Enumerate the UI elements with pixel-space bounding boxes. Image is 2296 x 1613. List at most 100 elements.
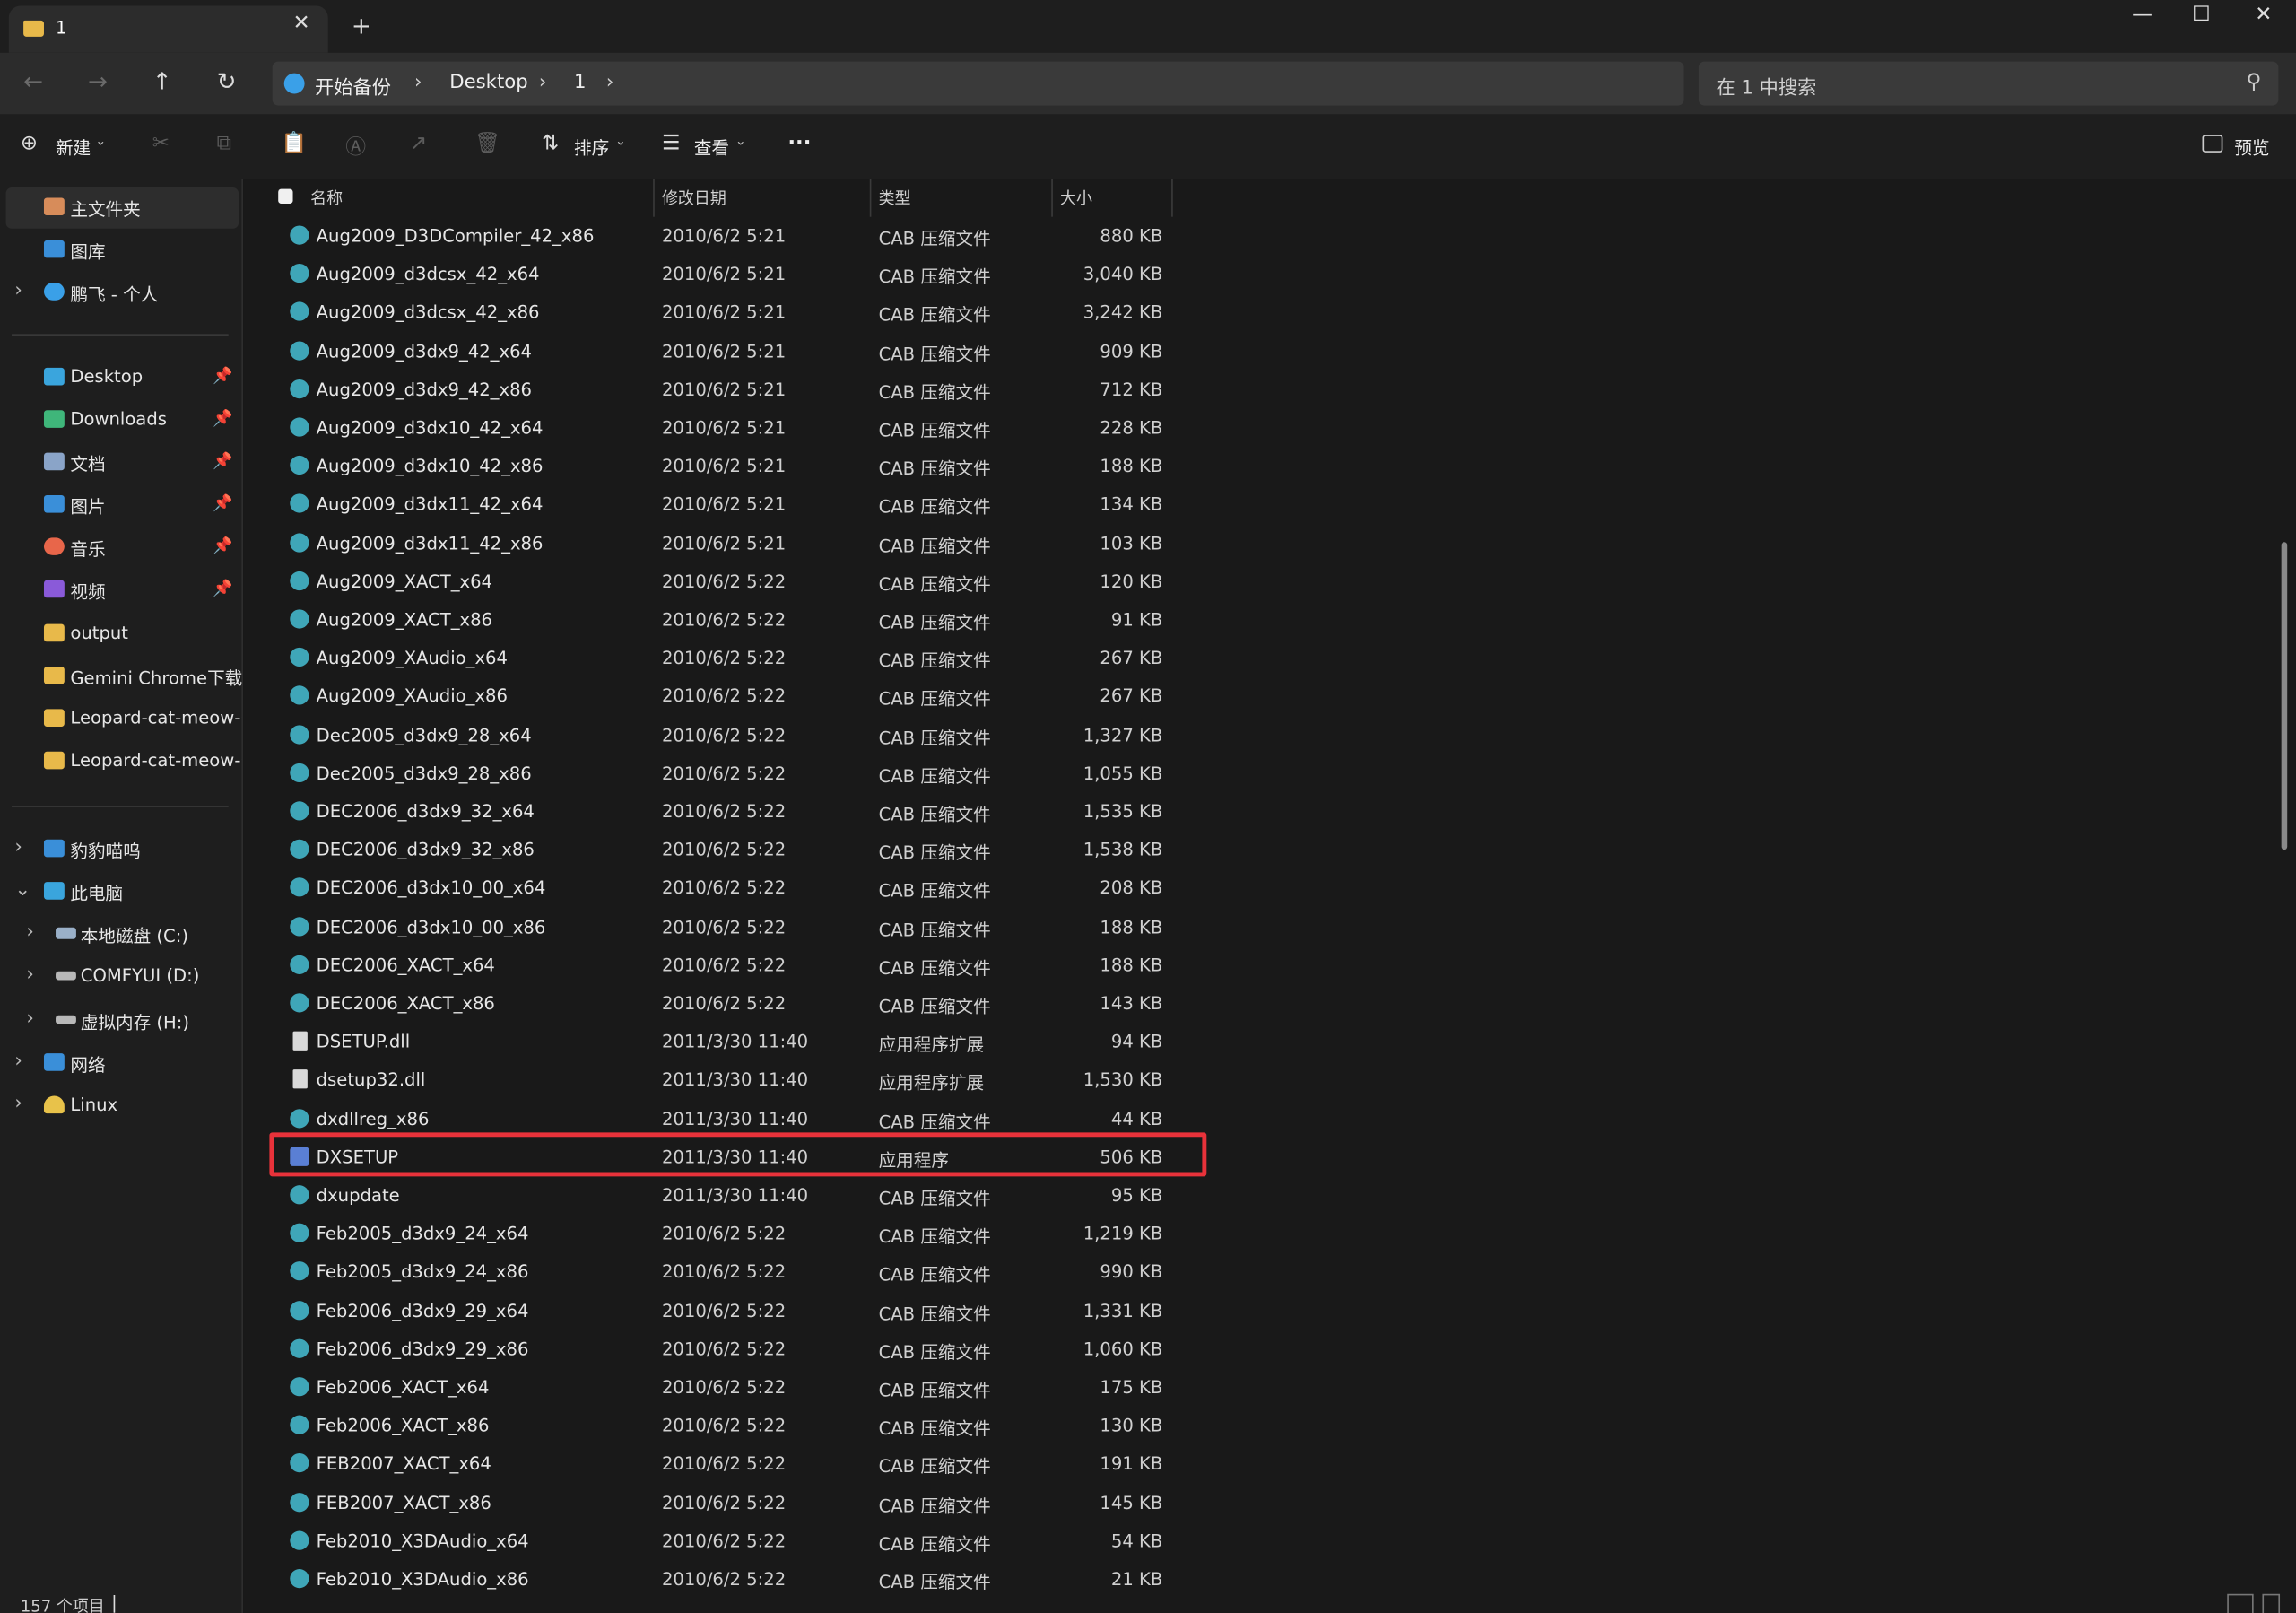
breadcrumb-separator[interactable]: › — [539, 72, 546, 93]
file-row[interactable]: Feb2006_d3dx9_29_x86 2010/6/2 5:22 CAB 压缩文… — [243, 1330, 2296, 1367]
address-bar[interactable]: 开始备份 › Desktop › 1 › — [272, 61, 1684, 106]
file-row[interactable]: Aug2009_d3dx10_42_x86 2010/6/2 5:21 CAB 压缩… — [243, 447, 2296, 484]
column-name[interactable]: 名称 — [310, 186, 343, 209]
file-row[interactable]: Aug2009_d3dcsx_42_x86 2010/6/2 5:21 CAB 压缩… — [243, 293, 2296, 331]
file-row[interactable]: Aug2009_XAudio_x64 2010/6/2 5:22 CAB 压缩文件 2… — [243, 639, 2296, 676]
chevron-down-icon[interactable]: ⌄ — [14, 879, 30, 901]
breadcrumb-separator[interactable]: › — [414, 72, 422, 93]
more-options-icon[interactable]: ··· — [787, 132, 811, 155]
pin-icon[interactable]: 📌 — [213, 579, 232, 597]
file-row[interactable]: Feb2005_d3dx9_24_x86 2010/6/2 5:22 CAB 压缩文… — [243, 1253, 2296, 1291]
column-type[interactable]: 类型 — [879, 186, 911, 209]
sidebar-item-onedrive[interactable]: › 鹏飞 - 个人 — [6, 273, 239, 314]
file-row[interactable]: Feb2006_XACT_x64 2010/6/2 5:22 CAB 压缩文件 175… — [243, 1368, 2296, 1406]
file-row[interactable]: DEC2006_XACT_x64 2010/6/2 5:22 CAB 压缩文件 188… — [243, 946, 2296, 984]
file-row[interactable]: Aug2009_d3dx9_42_x64 2010/6/2 5:21 CAB 压缩文… — [243, 332, 2296, 370]
sidebar-item-leopard-2[interactable]: Leopard-cat-meow-Co — [6, 741, 241, 782]
file-row[interactable]: DSETUP.dll 2011/3/30 11:40 应用程序扩展 94 KB — [243, 1023, 2296, 1060]
delete-icon[interactable]: 🗑 — [474, 132, 500, 155]
file-row[interactable]: Aug2009_d3dx10_42_x64 2010/6/2 5:21 CAB 压缩… — [243, 409, 2296, 447]
file-row[interactable]: Aug2009_d3dx11_42_x86 2010/6/2 5:21 CAB 压缩… — [243, 524, 2296, 562]
pin-icon[interactable]: 📌 — [213, 409, 232, 428]
sidebar-item-gemini-downloads[interactable]: Gemini Chrome下载 — [6, 657, 241, 698]
sort-button[interactable]: ⇅ 排序 ⌄ — [542, 132, 630, 161]
back-icon[interactable]: ← — [23, 67, 43, 95]
sidebar-item-linux[interactable]: › Linux — [6, 1086, 239, 1127]
sidebar-item-this-pc[interactable]: ⌄ 此电脑 — [6, 872, 239, 913]
chevron-right-icon[interactable]: › — [26, 1008, 33, 1030]
vertical-scrollbar[interactable] — [2281, 542, 2288, 850]
pin-icon[interactable]: 📌 — [213, 366, 232, 385]
breadcrumb-desktop[interactable]: Desktop — [449, 72, 528, 93]
paste-icon[interactable]: 📋 — [281, 132, 306, 155]
close-tab-icon[interactable]: ✕ — [293, 12, 310, 35]
copy-icon[interactable]: ⧉ — [217, 132, 231, 155]
view-button[interactable]: ☰ 查看 ⌄ — [662, 132, 750, 161]
sidebar-item-documents[interactable]: 文档 📌 — [6, 442, 239, 484]
sidebar-item-downloads[interactable]: Downloads 📌 — [6, 400, 239, 441]
cut-icon[interactable]: ✂ — [152, 132, 170, 155]
sidebar-item-home[interactable]: 主文件夹 — [5, 187, 239, 229]
minimize-button[interactable]: — — [2132, 3, 2152, 26]
breadcrumb-1[interactable]: 1 — [574, 72, 587, 93]
chevron-right-icon[interactable]: › — [14, 836, 22, 858]
search-icon[interactable]: ⚲ — [2246, 70, 2261, 93]
sidebar-item-videos[interactable]: 视频 📌 — [6, 570, 239, 611]
column-separator[interactable] — [653, 179, 655, 217]
file-row[interactable]: Dec2005_d3dx9_28_x64 2010/6/2 5:22 CAB 压缩文… — [243, 716, 2296, 754]
column-separator[interactable] — [1051, 179, 1053, 217]
forward-icon[interactable]: → — [88, 67, 108, 95]
sidebar-item-network[interactable]: › 网络 — [6, 1043, 239, 1085]
share-icon[interactable]: ↗ — [410, 132, 427, 155]
file-row[interactable]: Feb2010_X3DAudio_x86 2010/6/2 5:22 CAB 压缩文… — [243, 1560, 2296, 1598]
file-row[interactable]: DEC2006_d3dx9_32_x64 2010/6/2 5:22 CAB 压缩文… — [243, 792, 2296, 830]
sidebar-item-leopard-1[interactable]: Leopard-cat-meow-Co — [6, 699, 241, 740]
file-row[interactable]: DEC2006_d3dx10_00_x64 2010/6/2 5:22 CAB 压缩… — [243, 869, 2296, 907]
breadcrumb-separator[interactable]: › — [606, 72, 613, 93]
select-all-checkbox[interactable] — [278, 188, 293, 204]
file-row[interactable]: Aug2009_d3dx11_42_x64 2010/6/2 5:21 CAB 压缩… — [243, 485, 2296, 523]
file-row[interactable]: Aug2009_XAudio_x86 2010/6/2 5:22 CAB 压缩文件 2… — [243, 677, 2296, 715]
refresh-icon[interactable]: ↻ — [217, 67, 237, 95]
sidebar-item-pictures[interactable]: 图片 📌 — [6, 485, 239, 527]
preview-button[interactable]: 预览 — [2202, 132, 2282, 161]
sidebar-item-music[interactable]: 音乐 📌 — [6, 527, 239, 569]
file-row[interactable]: Feb2006_d3dx9_29_x64 2010/6/2 5:22 CAB 压缩文… — [243, 1292, 2296, 1330]
details-view-button[interactable] — [2227, 1593, 2254, 1613]
search-box[interactable]: 在 1 中搜索 ⚲ — [1698, 61, 2279, 106]
file-row[interactable]: FEB2007_XACT_x64 2010/6/2 5:22 CAB 压缩文件 191… — [243, 1445, 2296, 1483]
chevron-right-icon[interactable]: › — [14, 1051, 22, 1072]
rename-icon[interactable]: Ⓐ — [345, 132, 366, 161]
file-row[interactable]: Feb2006_XACT_x86 2010/6/2 5:22 CAB 压缩文件 130… — [243, 1407, 2296, 1444]
column-separator[interactable] — [869, 179, 872, 217]
file-row[interactable]: DEC2006_d3dx10_00_x86 2010/6/2 5:22 CAB 压缩… — [243, 908, 2296, 946]
chevron-right-icon[interactable]: › — [26, 921, 33, 943]
sidebar-item-desktop[interactable]: Desktop 📌 — [6, 357, 239, 398]
pin-icon[interactable]: 📌 — [213, 451, 232, 470]
column-date[interactable]: 修改日期 — [662, 186, 726, 209]
file-row[interactable]: Dec2005_d3dx9_28_x86 2010/6/2 5:22 CAB 压缩文… — [243, 754, 2296, 792]
file-row[interactable]: Aug2009_XACT_x64 2010/6/2 5:22 CAB 压缩文件 120… — [243, 562, 2296, 600]
sidebar-item-output[interactable]: output — [6, 614, 239, 655]
chevron-right-icon[interactable]: › — [26, 964, 33, 986]
sidebar-item-gallery[interactable]: 图库 — [6, 230, 239, 271]
new-button[interactable]: ⊕ 新建 ⌄ — [21, 132, 109, 161]
file-row[interactable]: DEC2006_XACT_x86 2010/6/2 5:22 CAB 压缩文件 143… — [243, 984, 2296, 1022]
breadcrumb-backup[interactable]: 开始备份 — [315, 72, 391, 100]
new-tab-button[interactable]: + — [352, 12, 371, 39]
maximize-button[interactable]: ☐ — [2192, 3, 2211, 26]
column-size[interactable]: 大小 — [1060, 186, 1092, 209]
chevron-right-icon[interactable]: › — [14, 1093, 22, 1114]
file-row[interactable]: Feb2005_d3dx9_24_x64 2010/6/2 5:22 CAB 压缩文… — [243, 1215, 2296, 1252]
sidebar-item-drive-h[interactable]: › 虚拟内存 (H:) — [6, 1000, 239, 1042]
column-separator[interactable] — [1171, 179, 1173, 217]
file-row[interactable]: FEB2007_XACT_x86 2010/6/2 5:22 CAB 压缩文件 145… — [243, 1484, 2296, 1521]
file-row[interactable]: Aug2009_d3dx9_42_x86 2010/6/2 5:21 CAB 压缩文… — [243, 371, 2296, 408]
file-row[interactable]: dsetup32.dll 2011/3/30 11:40 应用程序扩展 1,530 K… — [243, 1061, 2296, 1099]
file-row[interactable]: Aug2009_D3DCompiler_42_x86 2010/6/2 5:21 C… — [243, 217, 2296, 255]
file-row[interactable]: dxupdate 2011/3/30 11:40 CAB 压缩文件 95 KB — [243, 1176, 2296, 1214]
file-row[interactable]: Aug2009_XACT_x86 2010/6/2 5:22 CAB 压缩文件 91 … — [243, 601, 2296, 639]
sidebar-item-drive-c[interactable]: › 本地磁盘 (C:) — [6, 914, 239, 955]
tab-1[interactable]: 1 ✕ — [8, 5, 328, 53]
sidebar-item-baobao[interactable]: › 豹豹喵呜 — [6, 829, 239, 870]
